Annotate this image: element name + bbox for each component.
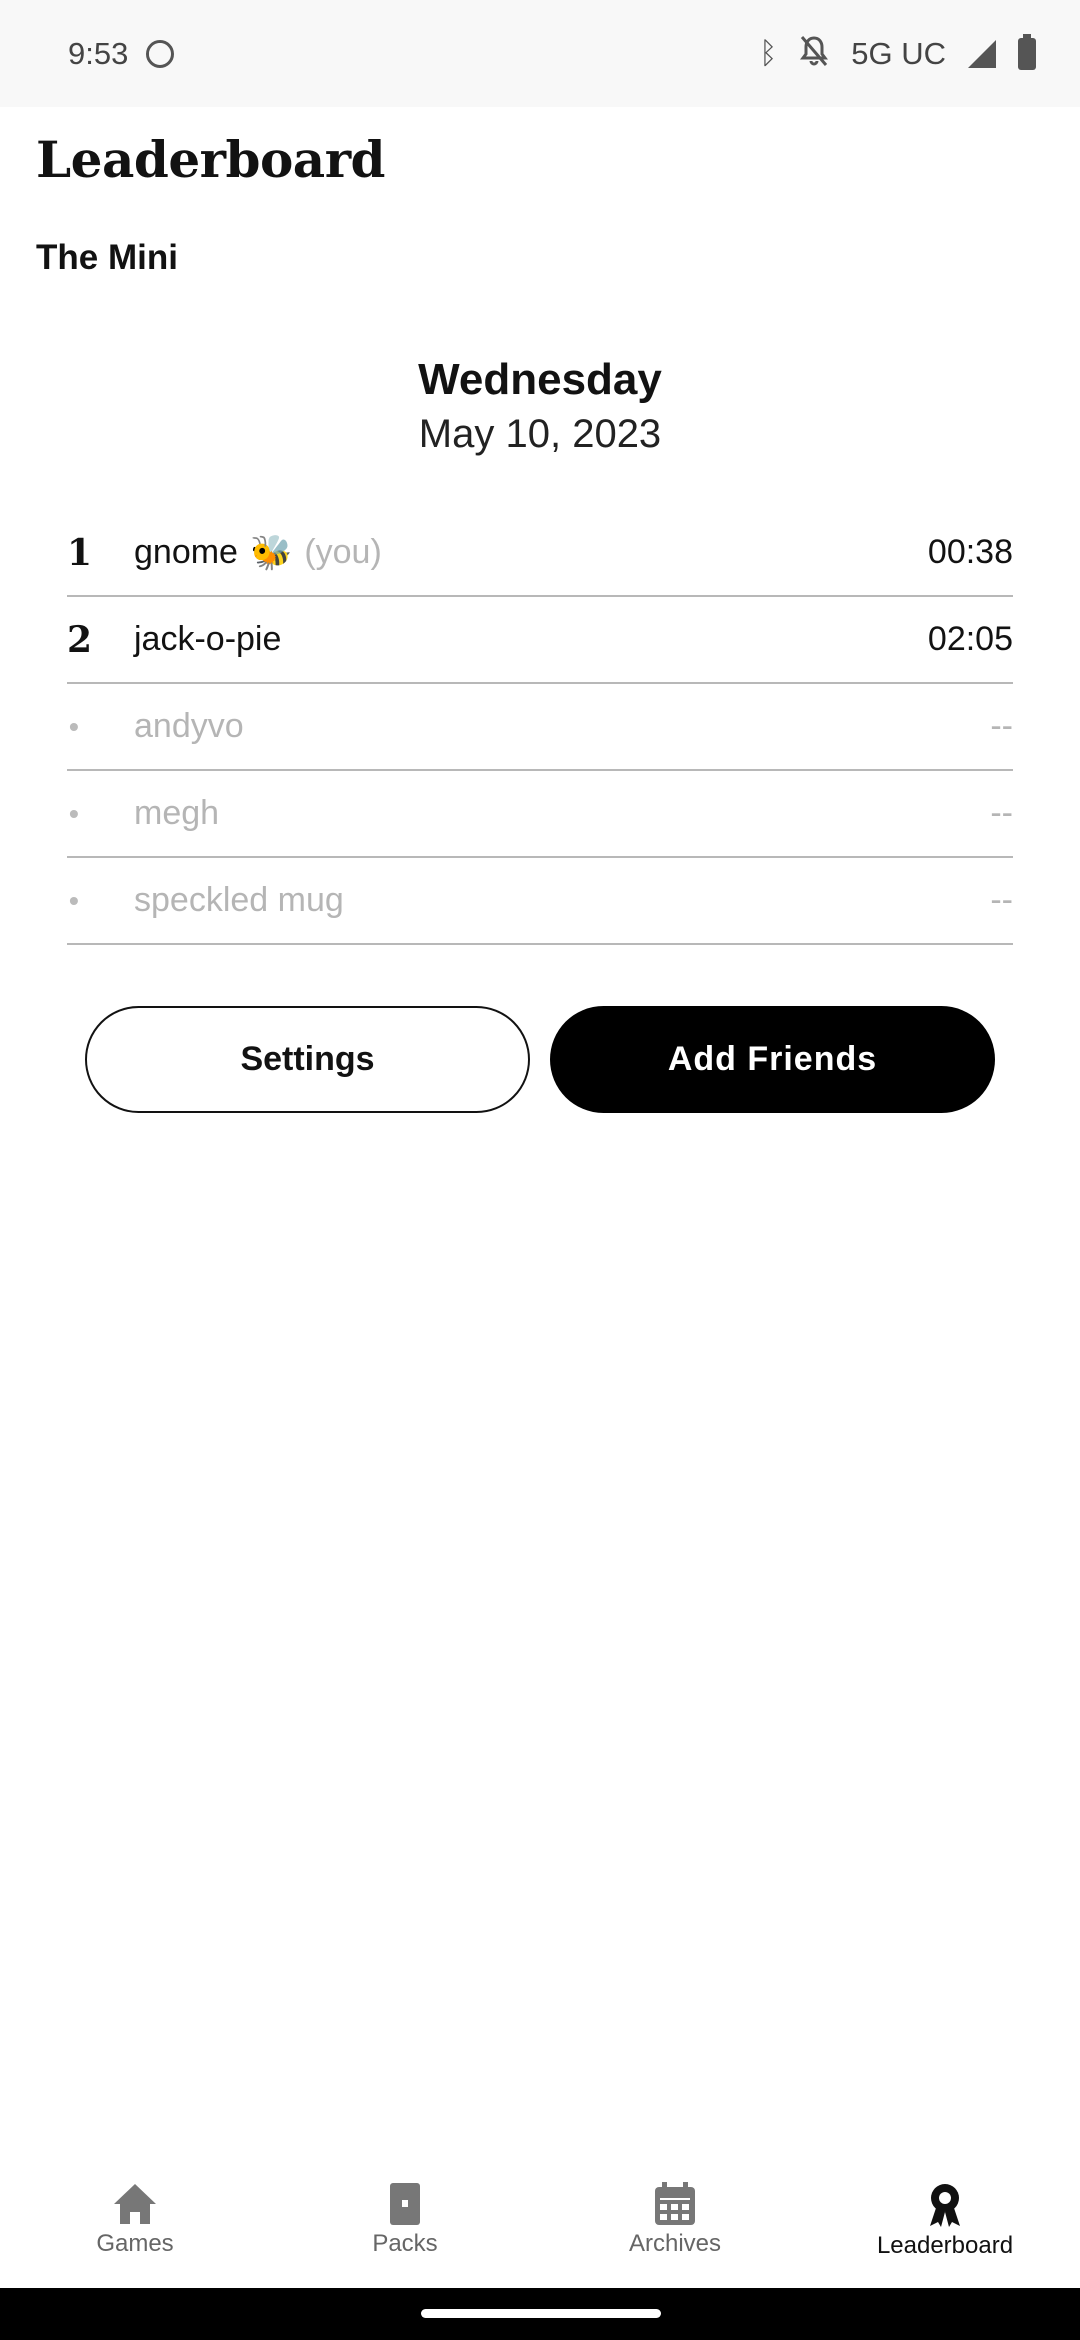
nav-label: Archives bbox=[628, 2230, 722, 2257]
leaderboard-row[interactable]: • speckled mug -- bbox=[67, 858, 1013, 945]
rank-bullet: • bbox=[69, 797, 79, 829]
home-icon bbox=[112, 2182, 158, 2226]
day-date: May 10, 2023 bbox=[418, 412, 662, 456]
rank-number: 1 bbox=[67, 531, 93, 574]
nav-item-packs[interactable]: Packs bbox=[270, 2160, 540, 2288]
calendar-icon bbox=[652, 2182, 698, 2226]
page-title: Leaderboard bbox=[36, 130, 386, 189]
signal-icon bbox=[968, 39, 996, 68]
add-friends-button[interactable]: Add Friends bbox=[550, 1006, 995, 1113]
solve-time: 02:05 bbox=[927, 620, 1013, 658]
rank-number: 2 bbox=[67, 618, 93, 661]
player-name: speckled mug bbox=[134, 881, 344, 919]
player-name: jack-o-pie bbox=[134, 620, 282, 658]
bottom-nav: Games Packs Archives Leaderboard bbox=[0, 2160, 1080, 2288]
player-name-cell: gnome 🐝 (you) bbox=[134, 533, 928, 573]
moon-icon bbox=[146, 39, 175, 68]
battery-icon bbox=[1018, 33, 1036, 70]
nav-item-leaderboard[interactable]: Leaderboard bbox=[810, 2160, 1080, 2288]
rank-bullet: • bbox=[69, 884, 79, 916]
solve-time: -- bbox=[990, 794, 1013, 832]
leaderboard-row[interactable]: 1 gnome 🐝 (you) 00:38 bbox=[67, 510, 1013, 597]
solve-time: 00:38 bbox=[927, 533, 1013, 571]
nav-item-archives[interactable]: Archives bbox=[540, 2160, 810, 2288]
leaderboard-list: 1 gnome 🐝 (you) 00:38 2 jack-o-pie 02:05… bbox=[67, 510, 1013, 945]
home-handle[interactable] bbox=[421, 2309, 661, 2318]
player-name: megh bbox=[134, 794, 220, 832]
section-title: The Mini bbox=[36, 238, 178, 277]
nav-label: Packs bbox=[372, 2230, 438, 2257]
packs-icon bbox=[382, 2182, 428, 2226]
player-name: gnome bbox=[134, 533, 238, 571]
solve-time: -- bbox=[990, 707, 1013, 745]
bee-icon: 🐝 bbox=[249, 533, 293, 572]
leaderboard-row[interactable]: • andyvo -- bbox=[67, 684, 1013, 771]
ribbon-icon bbox=[922, 2182, 968, 2228]
player-name: andyvo bbox=[134, 707, 244, 745]
rank-bullet: • bbox=[69, 710, 79, 742]
action-buttons: Settings Add Friends bbox=[85, 1006, 995, 1113]
system-gesture-bar bbox=[0, 2288, 1080, 2340]
nav-label: Leaderboard bbox=[876, 2232, 1014, 2259]
nav-item-games[interactable]: Games bbox=[0, 2160, 270, 2288]
bluetooth-icon: ᛒ bbox=[759, 36, 778, 70]
bell-off-icon bbox=[799, 35, 829, 73]
you-label: (you) bbox=[304, 533, 382, 571]
settings-button[interactable]: Settings bbox=[85, 1006, 530, 1113]
network-label: 5G UC bbox=[851, 35, 946, 71]
day-name: Wednesday bbox=[418, 355, 662, 404]
status-bar: 9:53 ᛒ 5G UC bbox=[0, 0, 1080, 107]
solve-time: -- bbox=[990, 881, 1013, 919]
leaderboard-row[interactable]: • megh -- bbox=[67, 771, 1013, 858]
status-time: 9:53 bbox=[68, 35, 129, 71]
leaderboard-row[interactable]: 2 jack-o-pie 02:05 bbox=[67, 597, 1013, 684]
nav-label: Games bbox=[96, 2230, 174, 2257]
